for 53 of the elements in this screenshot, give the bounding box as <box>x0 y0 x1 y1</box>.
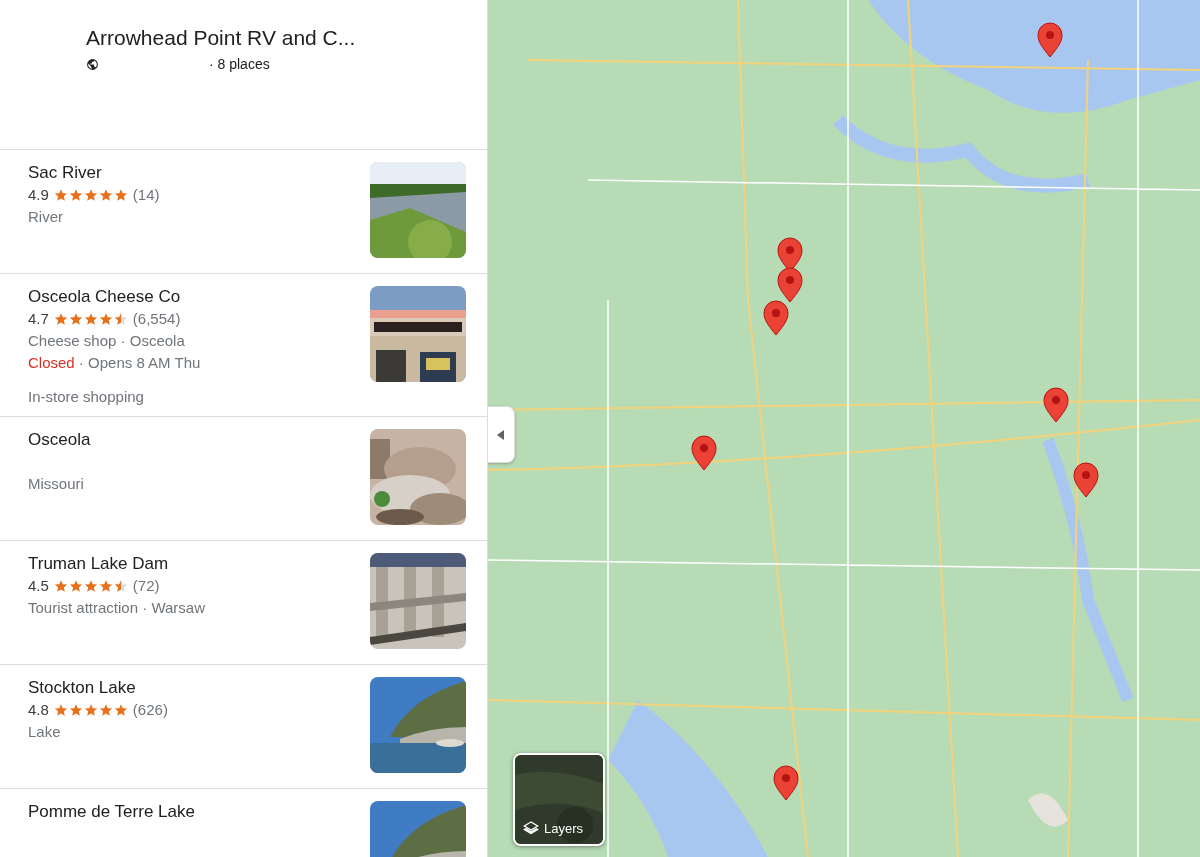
rating-value: 4.5 <box>28 576 49 596</box>
open-status: Closed <box>28 354 75 371</box>
star-icon <box>53 579 68 593</box>
place-name: Stockton Lake <box>28 677 137 699</box>
place-list-item[interactable]: Pomme de Terre Lake <box>0 789 487 857</box>
place-name: Osceola Cheese Co <box>28 286 182 308</box>
place-name: Truman Lake Dam <box>28 553 170 575</box>
star-icon <box>53 312 68 326</box>
globe-icon <box>86 57 99 71</box>
review-count: (626) <box>132 700 168 720</box>
place-detail: Missouri <box>28 474 85 494</box>
star-icon <box>83 188 98 202</box>
review-count: (14) <box>132 185 160 205</box>
review-count: (6,554) <box>132 309 181 329</box>
star-icon <box>98 703 113 717</box>
rating-value: 4.8 <box>28 700 49 720</box>
list-title: Arrowhead Point RV and C... <box>86 25 357 51</box>
caret-left-icon <box>497 429 504 440</box>
service-option: In-store shopping <box>28 386 370 416</box>
place-name: Osceola <box>28 429 92 451</box>
rating-value: 4.7 <box>28 309 49 329</box>
layers-button[interactable]: Layers <box>513 753 605 846</box>
place-detail: River <box>28 207 64 227</box>
place-detail: Tourist attraction · Warsaw <box>28 598 206 618</box>
layers-icon <box>523 820 539 837</box>
star-icon <box>83 312 98 326</box>
star-icon <box>113 312 128 326</box>
review-count: (72) <box>132 576 160 596</box>
place-detail: Cheese shop · Osceola <box>28 331 186 351</box>
opening-hours: · Opens 8 AM Thu <box>77 354 201 371</box>
place-list-item[interactable]: Osceola Missouri <box>0 417 487 541</box>
star-icon <box>98 188 113 202</box>
star-icon <box>53 188 68 202</box>
place-list-item[interactable]: Sac River 4.9 (14) River <box>0 150 487 274</box>
place-name: Pomme de Terre Lake <box>28 801 196 823</box>
star-icon <box>113 703 128 717</box>
star-icon <box>113 579 128 593</box>
star-icon <box>68 703 83 717</box>
star-icon <box>68 312 83 326</box>
place-list-item[interactable]: Truman Lake Dam 4.5 (72) Tourist attraction · Warsaw <box>0 541 487 665</box>
place-list-item[interactable]: Stockton Lake 4.8 (626) Lake <box>0 665 487 789</box>
collapse-panel-button[interactable] <box>488 406 515 463</box>
star-icon <box>53 703 68 717</box>
place-detail: Lake <box>28 722 62 742</box>
place-list-item[interactable]: Osceola Cheese Co 4.7 (6,554) Cheese shop · Osceola Closed · Opens 8 AM Thu In-store shopping <box>0 274 487 417</box>
place-count: · 8 places <box>209 54 270 74</box>
star-icon <box>83 579 98 593</box>
star-icon <box>113 188 128 202</box>
rating-value: 4.9 <box>28 185 49 205</box>
star-icon <box>68 188 83 202</box>
star-icon <box>83 703 98 717</box>
place-name: Sac River <box>28 162 103 184</box>
star-icon <box>68 579 83 593</box>
